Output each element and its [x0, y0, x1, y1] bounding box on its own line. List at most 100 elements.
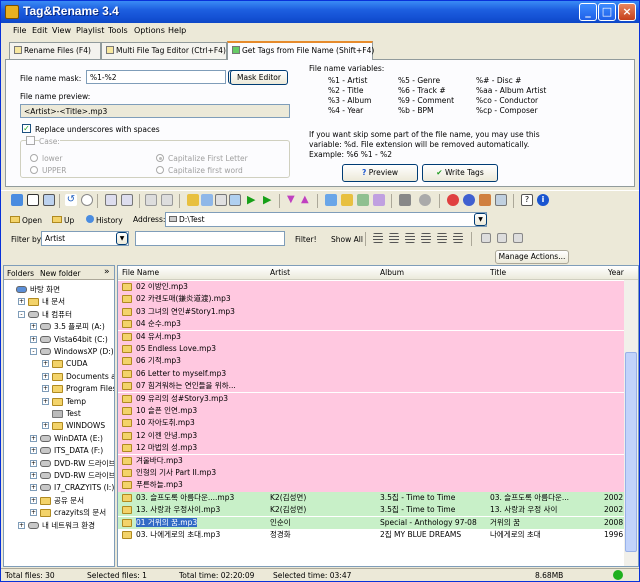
filter-field-dropdown[interactable]: ▼	[116, 232, 128, 245]
menu-options[interactable]: Options	[134, 26, 165, 35]
tree-expander[interactable]: +	[30, 472, 37, 479]
title-bar[interactable]: Tag&Rename 3.4 _ □ ×	[1, 1, 639, 23]
tab-multi-file-tag-editor[interactable]: Multi File Tag Editor (Ctrl+F4)	[101, 42, 227, 59]
address-input[interactable]: D:\Test	[165, 212, 487, 227]
tree-expander[interactable]: +	[30, 434, 37, 442]
move-down-icon[interactable]: ▼	[287, 194, 299, 206]
table-row[interactable]: 겨울바다.mp3	[118, 454, 626, 467]
properties-icon[interactable]	[229, 194, 241, 206]
tree-node[interactable]: crazyits의 문서	[54, 507, 106, 519]
folders-button[interactable]: Folders	[7, 269, 34, 278]
tree-node[interactable]: DVD-RW 드라이브	[54, 470, 114, 482]
maximize-button[interactable]: □	[598, 3, 616, 21]
tree-node[interactable]: 내 문서	[42, 296, 65, 308]
tree-expander[interactable]: +	[18, 521, 25, 529]
table-row[interactable]: 02 이방인.mp3	[118, 281, 626, 294]
table-row[interactable]: 13. 사랑과 우정사이.mp3 K2(김성면) 3.5집 - Time to …	[118, 504, 626, 517]
column-album[interactable]: Album	[380, 268, 480, 277]
sort-year-icon[interactable]	[437, 233, 447, 243]
move-up-icon[interactable]: ▲	[301, 194, 313, 206]
export-icon[interactable]	[357, 194, 369, 206]
column-title[interactable]: Title	[490, 268, 600, 277]
replace-underscores-checkbox[interactable]: ✓	[22, 124, 31, 133]
tree-node[interactable]: WINDOWS	[66, 420, 105, 432]
new-folder-button[interactable]: New folder	[40, 269, 81, 278]
window-icon[interactable]	[495, 194, 507, 206]
case-checkbox[interactable]	[26, 136, 35, 145]
menu-edit[interactable]: Edit	[32, 26, 48, 35]
select-none-icon[interactable]	[27, 194, 39, 206]
open-button[interactable]: Open	[5, 213, 47, 228]
table-row[interactable]: 09 유리의 성#Story3.mp3	[118, 392, 626, 405]
mask-editor-button[interactable]: Mask Editor	[230, 70, 288, 85]
check-tag-icon[interactable]	[325, 194, 337, 206]
table-row[interactable]: 03. 슬프도록 아름다운....mp3 K2(김성면) 3.5집 - Time…	[118, 491, 626, 505]
pane-expand-icon[interactable]: »	[104, 267, 110, 277]
table-row[interactable]: 12 이젠 안녕.mp3	[118, 429, 626, 443]
up-button[interactable]: Up	[49, 213, 79, 228]
tree-expander[interactable]: +	[30, 447, 37, 455]
manage-actions-button[interactable]: Manage Actions...	[495, 250, 569, 264]
list-view-icon[interactable]	[105, 194, 117, 206]
tree-node[interactable]: I7_CRAZYITS (I:)	[54, 482, 114, 494]
tree-node[interactable]: 공유 문서	[54, 495, 84, 507]
table-row[interactable]: 03 그녀의 연인#Story1.mp3	[118, 305, 626, 319]
case-upper-radio[interactable]	[30, 166, 38, 174]
tree-node[interactable]: ITS_DATA (F:)	[54, 445, 103, 457]
tree-expander[interactable]: +	[42, 372, 49, 380]
paste-tags-icon[interactable]	[497, 233, 507, 243]
address-dropdown-button[interactable]: ▼	[474, 213, 487, 226]
tree-node[interactable]: WinDATA (E:)	[54, 433, 103, 445]
table-row[interactable]: 04 순수.mp3	[118, 318, 626, 331]
tree-expander[interactable]: +	[42, 360, 49, 368]
web-search-icon[interactable]	[447, 194, 459, 206]
menu-file[interactable]: File	[13, 26, 26, 35]
column-artist[interactable]: Artist	[270, 268, 370, 277]
write-tags-button[interactable]: ✔ Write Tags	[422, 164, 498, 182]
tree-node[interactable]: DVD-RW 드라이브	[54, 458, 114, 470]
table-row[interactable]: 06 Letter to myself.mp3	[118, 367, 626, 381]
tree-expander[interactable]: +	[42, 397, 49, 405]
minimize-button[interactable]: _	[579, 3, 597, 21]
details-view-icon[interactable]	[121, 194, 133, 206]
select-all-icon[interactable]	[11, 194, 23, 206]
tree-expander[interactable]: -	[30, 348, 37, 355]
tree-node[interactable]: 바탕 화면	[30, 284, 60, 296]
table-row[interactable]: 푸른하늘.mp3	[118, 479, 626, 492]
tab-get-tags-from-file-name[interactable]: Get Tags from File Name (Shift+F4)	[227, 41, 374, 60]
tree-expander[interactable]: +	[18, 298, 25, 306]
settings-gear-icon[interactable]	[419, 194, 431, 206]
table-row[interactable]: 06 기적.mp3	[118, 355, 626, 368]
case-lower-radio[interactable]	[30, 154, 38, 162]
tools-icon[interactable]	[341, 194, 353, 206]
show-all-button[interactable]: Show All	[331, 235, 363, 244]
table-row[interactable]: 12 마법의 성.mp3	[118, 442, 626, 455]
table-row[interactable]: 04 유서.mp3	[118, 330, 626, 343]
tree-expander[interactable]: +	[30, 484, 37, 492]
sort-album-icon[interactable]	[405, 233, 415, 243]
table-row[interactable]: 10 슬픈 인연.mp3	[118, 405, 626, 418]
preview-button[interactable]: ? Preview	[342, 164, 418, 182]
tree-node[interactable]: Vista64bit (C:)	[54, 334, 108, 346]
tree-node[interactable]: 내 컴퓨터	[42, 309, 72, 321]
copy-icon[interactable]	[145, 194, 157, 206]
menu-view[interactable]: View	[52, 26, 71, 35]
table-row[interactable]: 05 Endless Love.mp3	[118, 343, 626, 356]
search-icon[interactable]	[81, 194, 93, 206]
case-capitalize-letter-radio[interactable]	[156, 154, 164, 162]
table-row[interactable]: 인형의 기사 Part II.mp3	[118, 467, 626, 480]
tree-node[interactable]: Temp	[66, 396, 86, 408]
column-year[interactable]: Year	[608, 268, 628, 277]
case-capitalize-word-radio[interactable]	[156, 166, 164, 174]
tree-expander[interactable]: +	[30, 323, 37, 331]
amazon-icon[interactable]	[463, 194, 475, 206]
filter-text-input[interactable]	[135, 231, 285, 246]
edit-pencil-icon[interactable]	[187, 194, 199, 206]
sort-title-icon[interactable]	[421, 233, 431, 243]
tree-expander[interactable]: +	[42, 385, 49, 393]
tree-expander[interactable]: +	[42, 422, 49, 430]
tree-expander[interactable]: +	[30, 496, 37, 504]
play-icon[interactable]: ▶	[247, 194, 259, 206]
history-button[interactable]: History	[83, 213, 127, 228]
table-row[interactable]: 10 자아도취.mp3	[118, 417, 626, 430]
